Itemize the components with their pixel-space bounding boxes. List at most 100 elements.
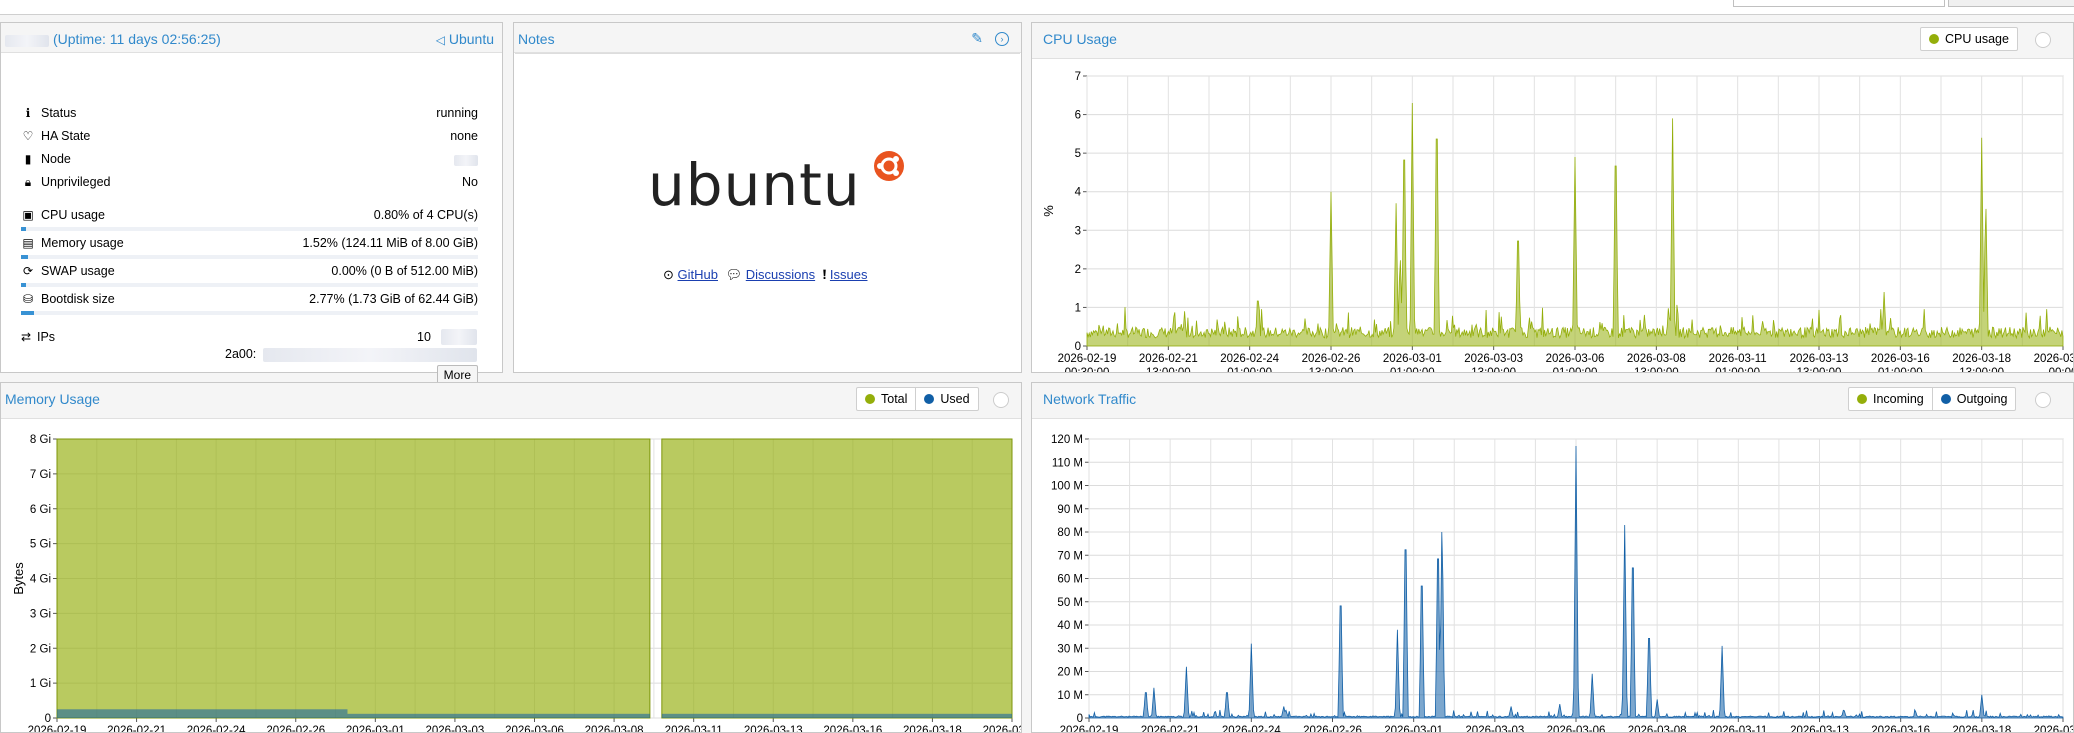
- network-x-tick-date: 2026-02-24: [1222, 725, 1281, 732]
- cpu-x-tick-date: 2026-03-16: [1871, 353, 1930, 365]
- cpu-x-tick-time: 01:00:00: [1227, 367, 1272, 372]
- memory-x-tick-date: 2026-02-21: [107, 725, 166, 732]
- bootdisk-value: 2.77% (1.73 GiB of 62.44 GiB): [309, 292, 478, 306]
- status-panel-body: ℹ Status running ♡ HA State none ▮ Node …: [1, 53, 502, 385]
- ha-state-value: none: [450, 129, 478, 143]
- network-traffic-panel: Network Traffic Incoming Outgoing 0 10 M 2…: [1031, 382, 2074, 733]
- memory-usage-row: ▤ Memory usage 1.52% (124.11 MiB of 8.00…: [1, 235, 502, 253]
- memory-x-tick-date: 2026-03-08: [585, 725, 644, 732]
- exclamation-icon: ❗︎: [822, 267, 827, 282]
- legend-label: Outgoing: [1956, 392, 2008, 406]
- memory-usage-title: Memory Usage: [5, 391, 100, 407]
- swap-usage-row: ⟳ SWAP usage 0.00% (0 B of 512.00 MiB): [1, 263, 502, 281]
- uptime-title: (Uptime: 11 days 02:56:25): [53, 31, 221, 47]
- ipv4-prefix: 10: [417, 330, 431, 344]
- used-memory-area: [661, 713, 1012, 718]
- notes-panel: Notes ✎ › ubuntu ⊙ GitHub 💬︎ Discussions…: [513, 22, 1022, 373]
- legend-label: Total: [881, 392, 908, 406]
- notes-title: Notes: [518, 31, 555, 47]
- legend-item-used[interactable]: Used: [915, 388, 977, 410]
- memory-x-tick-date: 2026-03-18: [903, 725, 962, 732]
- toolbar-field[interactable]: [1733, 0, 1945, 7]
- memory-y-tick-label: 7 Gi: [30, 469, 51, 481]
- cpu-x-tick-time: 01:00:00: [1878, 367, 1923, 372]
- cpu-usage-row: ▣ CPU usage 0.80% of 4 CPU(s): [1, 207, 502, 225]
- cpu-y-tick-label: 0: [1075, 341, 1081, 353]
- legend-item-incoming[interactable]: Incoming: [1849, 388, 1932, 410]
- network-x-tick-date: 2026-02-21: [1141, 725, 1200, 732]
- cpu-usage-header: CPU Usage CPU usage: [1032, 23, 2073, 59]
- cpu-x-tick-date: 2026-03-11: [1709, 353, 1767, 365]
- ipv4-redacted: [441, 329, 477, 345]
- cpu-usage-bar-fill: [21, 227, 27, 231]
- cpu-x-tick-date: 2026-03-03: [1464, 353, 1523, 365]
- toolbar-button[interactable]: [1948, 0, 2074, 7]
- swap-usage-value: 0.00% (0 B of 512.00 MiB): [331, 264, 478, 278]
- ubuntu-logo-text: ubuntu: [648, 151, 861, 219]
- swap-usage-bar: [21, 283, 478, 287]
- memory-x-tick-date: 2026-03-01: [346, 725, 405, 732]
- issues-link[interactable]: Issues: [830, 267, 868, 282]
- cpu-x-tick-time: 00:00: [2049, 367, 2073, 372]
- comments-icon: 💬︎: [725, 267, 743, 282]
- memory-x-tick-date: 2026-03-11: [665, 725, 723, 732]
- edit-notes-icon[interactable]: ✎: [971, 30, 983, 47]
- network-y-tick-label: 60 M: [1057, 574, 1083, 586]
- legend-item-total[interactable]: Total: [857, 388, 915, 410]
- ipv6-row: 2a00:: [1, 346, 502, 364]
- network-traffic-chart: 0 10 M 20 M 30 M 40 M 50 M 60 M 70 M 80 M 90 M 100…: [1051, 434, 2073, 732]
- github-icon: ⊙: [663, 267, 674, 282]
- memory-y-tick-label: 2 Gi: [30, 643, 51, 655]
- github-link[interactable]: GitHub: [678, 267, 718, 282]
- lock-icon: 🔒︎: [24, 175, 32, 189]
- discussions-link[interactable]: Discussions: [746, 267, 815, 282]
- cpu-y-tick-label: 6: [1075, 110, 1081, 122]
- network-y-tick-label: 110 M: [1052, 457, 1083, 469]
- memory-y-tick-label: 3 Gi: [30, 608, 51, 620]
- ha-state-label: HA State: [41, 129, 91, 143]
- collapse-icon[interactable]: [2035, 32, 2051, 48]
- memory-y-axis-label: Bytes: [11, 562, 26, 595]
- network-legend: Incoming Outgoing: [1848, 387, 2017, 411]
- cpu-y-tick-label: 2: [1075, 264, 1081, 276]
- cpu-x-tick-time: 01:00:00: [1715, 367, 1760, 372]
- network-y-tick-label: 80 M: [1057, 527, 1083, 539]
- expand-notes-icon[interactable]: ›: [995, 32, 1009, 46]
- network-traffic-header: Network Traffic Incoming Outgoing: [1032, 383, 2073, 419]
- cpu-x-tick-date: 2026-03-01: [1383, 353, 1442, 365]
- legend-item-outgoing[interactable]: Outgoing: [1931, 388, 2016, 410]
- collapse-icon[interactable]: [993, 392, 1009, 408]
- swap-icon: ⟳: [22, 264, 34, 278]
- bootdisk-bar-fill: [21, 311, 34, 315]
- memory-usage-header: Memory Usage Total Used: [1, 383, 1021, 419]
- status-label: Status: [41, 106, 77, 120]
- network-x-tick-date: 2026-03-16: [1871, 725, 1930, 732]
- cpu-usage-title: CPU Usage: [1043, 31, 1117, 47]
- cpu-y-axis-label: %: [1041, 205, 1056, 217]
- cpu-y-tick-label: 3: [1075, 225, 1081, 237]
- cpu-usage-label: CPU usage: [41, 208, 105, 222]
- ipv6-prefix: 2a00:: [225, 347, 257, 361]
- bootdisk-row: ⛁ Bootdisk size 2.77% (1.73 GiB of 62.44…: [1, 291, 502, 309]
- status-value: running: [436, 106, 478, 120]
- memory-icon: ▤: [22, 236, 34, 250]
- outgoing-traffic-series: [1088, 445, 2064, 719]
- legend-swatch: [1929, 34, 1939, 44]
- ips-row: ⇄ IPs 10: [1, 329, 502, 347]
- cpu-y-tick-label: 5: [1075, 148, 1081, 160]
- memory-x-tick-date: 2026-03-03: [426, 725, 485, 732]
- network-x-tick-date: 2026-02-26: [1303, 725, 1362, 732]
- cpu-x-tick-date: 2026-03-18: [1952, 353, 2011, 365]
- bootdisk-bar: [21, 311, 478, 315]
- memory-x-tick-date: 2026-03-06: [505, 725, 564, 732]
- network-x-tick-date: 2026-03-18: [1952, 725, 2011, 732]
- used-memory-area: [347, 713, 650, 718]
- network-x-tick-date: 2026-03-06: [1547, 725, 1606, 732]
- network-y-tick-label: 100 M: [1051, 481, 1083, 493]
- collapse-icon[interactable]: [2035, 392, 2051, 408]
- container-name-redacted: [5, 35, 49, 47]
- network-x-tick-date: 2026-03-21: [2034, 725, 2073, 732]
- bootdisk-label: Bootdisk size: [41, 292, 115, 306]
- cpu-x-tick-time: 13:00:00: [1146, 367, 1191, 372]
- legend-item-cpu-usage[interactable]: CPU usage: [1921, 28, 2017, 50]
